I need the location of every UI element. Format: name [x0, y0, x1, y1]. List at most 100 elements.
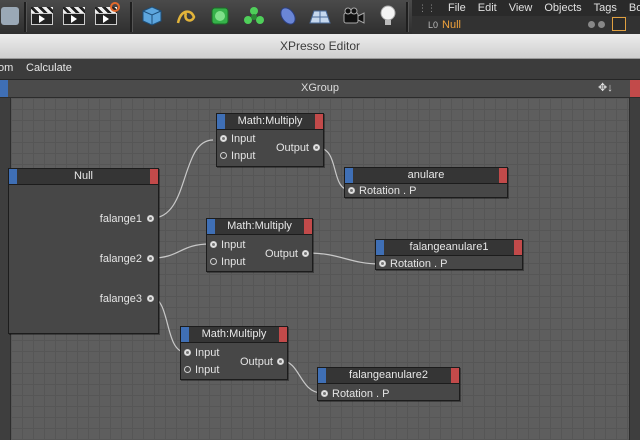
floor-icon[interactable] — [306, 2, 334, 30]
port-label-rotation: Rotation . P — [390, 258, 448, 270]
port-label-rotation: Rotation . P — [332, 388, 390, 400]
output-port-menu[interactable] — [304, 219, 312, 234]
window-title: XPresso Editor — [0, 34, 640, 59]
input-port-menu[interactable] — [217, 114, 225, 129]
render-picture-viewer-icon[interactable] — [60, 2, 88, 30]
node-header[interactable]: Math:Multiply — [207, 219, 312, 235]
node-header[interactable]: anulare — [345, 168, 507, 184]
node-anulare[interactable]: anulare Rotation . P — [344, 167, 508, 198]
visibility-dot-icon[interactable] — [588, 21, 595, 28]
input-port-rotation[interactable] — [379, 260, 386, 267]
input-port-rotation[interactable] — [321, 390, 328, 397]
input-port-menu[interactable] — [207, 219, 215, 234]
output-port-menu[interactable] — [279, 327, 287, 342]
node-math-multiply-3[interactable]: Math:Multiply Input Input Output — [180, 326, 288, 380]
input-port-2[interactable] — [184, 366, 191, 373]
input-port-2[interactable] — [210, 258, 217, 265]
grip-icon: ⋮⋮ — [418, 2, 436, 13]
toolbar-separator — [130, 2, 133, 32]
node-title: Math:Multiply — [201, 328, 267, 340]
xgroup-title: XGroup — [301, 82, 339, 94]
port-label-input2: Input — [195, 364, 220, 376]
output-port[interactable] — [313, 144, 320, 151]
render-dot-icon[interactable] — [598, 21, 605, 28]
node-null[interactable]: Null falange1 falange2 falange3 — [8, 168, 159, 334]
main-toolbar: ⋮⋮ File Edit View Objects Tags Bo L0 Nul… — [0, 0, 640, 35]
input-port-menu[interactable] — [318, 368, 326, 383]
input-port-menu[interactable] — [181, 327, 189, 342]
output-port-falange3[interactable] — [147, 295, 154, 302]
menu-objects[interactable]: Objects — [544, 2, 581, 14]
node-title: Math:Multiply — [237, 115, 303, 127]
node-title: falangeanulare2 — [349, 369, 428, 381]
subdivision-surface-icon[interactable] — [206, 2, 234, 30]
node-header[interactable]: falangeanulare1 — [376, 240, 522, 256]
menu-view[interactable]: View — [509, 2, 533, 14]
port-label-output: Output — [275, 142, 309, 154]
node-header[interactable]: Math:Multiply — [217, 114, 323, 130]
xpresso-menubar: om Calculate — [0, 59, 640, 80]
output-port-menu[interactable] — [451, 368, 459, 383]
output-port[interactable] — [302, 250, 309, 257]
node-header[interactable]: Null — [9, 169, 158, 185]
object-name[interactable]: Null — [442, 19, 461, 31]
cloner-icon[interactable] — [240, 2, 268, 30]
port-label-input2: Input — [221, 256, 246, 268]
node-header[interactable]: falangeanulare2 — [318, 368, 459, 384]
node-title: Math:Multiply — [227, 220, 292, 232]
menu-xpresso-partial[interactable]: om — [0, 62, 13, 74]
input-port-menu[interactable] — [9, 169, 17, 184]
group-input-handle[interactable] — [0, 80, 8, 97]
xgroup-header: XGroup ✥↓ — [0, 80, 640, 98]
deformer-icon[interactable] — [274, 2, 302, 30]
node-math-multiply-1[interactable]: Math:Multiply Input Input Output — [216, 113, 324, 167]
output-port-menu[interactable] — [514, 240, 522, 255]
input-port-menu[interactable] — [376, 240, 384, 255]
group-output-handle[interactable] — [630, 80, 640, 97]
port-label-falange3: falange3 — [99, 293, 142, 305]
input-port-1[interactable] — [210, 241, 217, 248]
input-port-menu[interactable] — [345, 168, 353, 183]
menu-bookmarks[interactable]: Bo — [629, 2, 640, 14]
node-title: Null — [74, 170, 93, 182]
port-label-input1: Input — [231, 133, 256, 145]
menu-calculate[interactable]: Calculate — [26, 62, 72, 74]
light-icon[interactable] — [374, 2, 402, 30]
port-label-input2: Input — [231, 150, 256, 162]
port-label-falange2: falange2 — [99, 253, 142, 265]
input-port-1[interactable] — [220, 135, 227, 142]
node-header[interactable]: Math:Multiply — [181, 327, 287, 343]
xpresso-tag-icon[interactable] — [612, 17, 626, 31]
input-port-2[interactable] — [220, 152, 227, 159]
node-falangeanulare2[interactable]: falangeanulare2 Rotation . P — [317, 367, 460, 401]
node-math-multiply-2[interactable]: Math:Multiply Input Input Output — [206, 218, 313, 272]
toolbar-separator — [24, 2, 27, 32]
spline-pen-icon[interactable] — [172, 2, 200, 30]
render-settings-icon[interactable] — [92, 2, 120, 30]
port-label-output: Output — [239, 356, 273, 368]
render-view-icon[interactable] — [28, 2, 56, 30]
output-port-falange1[interactable] — [147, 215, 154, 222]
node-title: falangeanulare1 — [409, 241, 489, 253]
camera-icon[interactable] — [340, 2, 368, 30]
output-port-menu[interactable] — [499, 168, 507, 183]
output-port-menu[interactable] — [315, 114, 323, 129]
input-port-rotation[interactable] — [348, 187, 355, 194]
output-port[interactable] — [277, 358, 284, 365]
null-object-icon: L0 — [428, 20, 439, 30]
scene-icon[interactable] — [0, 2, 24, 30]
menu-tags[interactable]: Tags — [594, 2, 617, 14]
port-label-input1: Input — [195, 347, 220, 359]
output-port-falange2[interactable] — [147, 255, 154, 262]
cube-icon[interactable] — [138, 2, 166, 30]
port-label-falange1: falange1 — [99, 213, 142, 225]
navigation-icon[interactable]: ✥↓ — [598, 80, 613, 97]
input-port-1[interactable] — [184, 349, 191, 356]
output-port-menu[interactable] — [150, 169, 158, 184]
menu-edit[interactable]: Edit — [478, 2, 497, 14]
node-falangeanulare1[interactable]: falangeanulare1 Rotation . P — [375, 239, 523, 270]
object-row-null[interactable]: L0 Null — [412, 16, 640, 34]
port-label-input1: Input — [221, 239, 246, 251]
menu-file[interactable]: File — [448, 2, 466, 14]
port-label-output: Output — [264, 248, 298, 260]
